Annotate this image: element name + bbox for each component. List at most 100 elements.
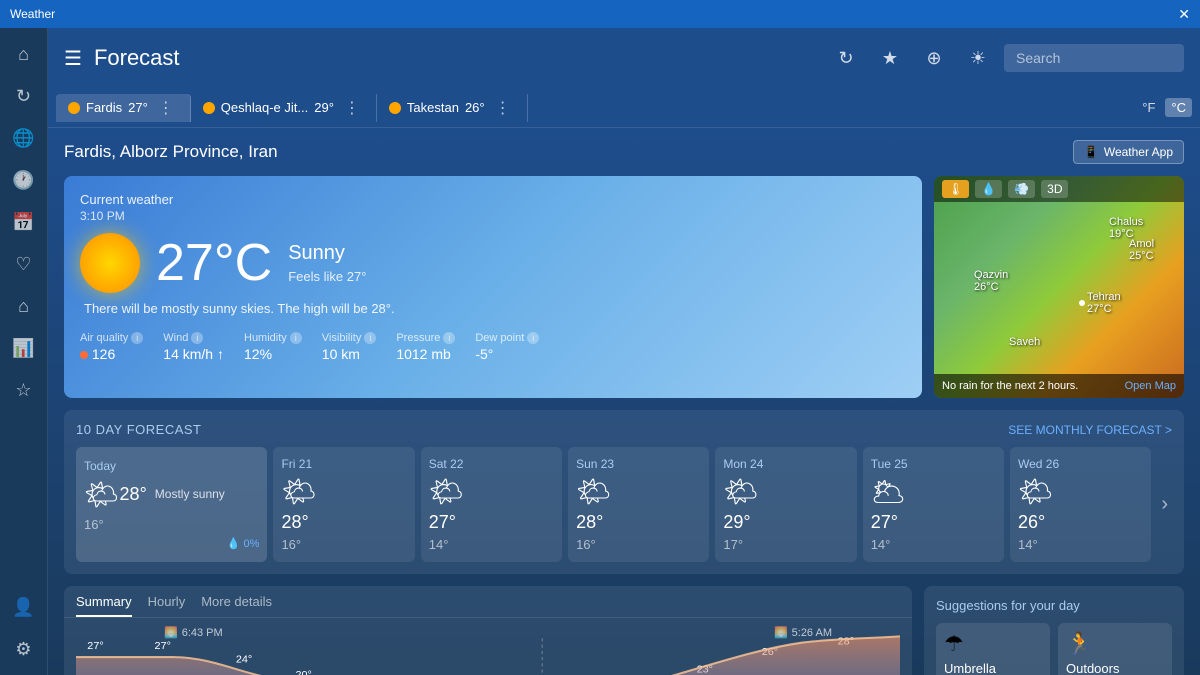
bottom-panels: Summary Hourly More details 🌅6:43 PM 🌅5:… — [64, 586, 1184, 675]
location-tab-takestan[interactable]: Takestan 26° ⋮ — [377, 94, 528, 122]
search-input[interactable] — [1004, 44, 1184, 72]
tab-qeshlaq-name: Qeshlaq-e Jit... — [221, 100, 308, 115]
sidebar-item-charts[interactable]: 📊 — [6, 330, 42, 366]
sidebar-item-favorites[interactable]: ♡ — [6, 246, 42, 282]
stat-air-quality: Air quality i 126 — [80, 332, 143, 362]
map-city-amol: Amol25°C — [1129, 238, 1154, 262]
forecast-section: 10 DAY FORECAST SEE MONTHLY FORECAST > T… — [64, 410, 1184, 574]
wind-value: 14 km/h ↑ — [163, 346, 224, 362]
current-weather-main: 27°C Sunny Feels like 27° — [80, 233, 906, 293]
umbrella-title: Umbrella — [944, 661, 1042, 675]
stat-dew-point: Dew point i -5° — [475, 332, 539, 362]
sat22-high: 27° — [429, 512, 554, 533]
celsius-button[interactable]: °C — [1165, 98, 1192, 117]
sunrise-label: 🌅5:26 AM — [774, 626, 832, 639]
tab-summary[interactable]: Summary — [76, 594, 132, 617]
mon24-label: Mon 24 — [723, 457, 848, 471]
sidebar-item-settings[interactable]: ⚙ — [6, 631, 42, 667]
humidity-value: 12% — [244, 346, 302, 362]
tue25-low: 14° — [871, 537, 996, 552]
forecast-next-arrow[interactable]: › — [1157, 447, 1172, 562]
temp-dot-icon2 — [203, 102, 215, 114]
temp-dot-icon — [68, 102, 80, 114]
menu-button[interactable]: ☰ — [64, 46, 82, 71]
sun-icon — [80, 233, 140, 293]
header-actions: ↻ ★ ⊕ ☀ — [828, 40, 1184, 76]
see-monthly-button[interactable]: SEE MONTHLY FORECAST > — [1008, 423, 1172, 437]
open-map-button[interactable]: Open Map — [1125, 380, 1176, 392]
map-tool-wind[interactable]: 💨 — [1008, 180, 1035, 198]
pin-button[interactable]: ⊕ — [916, 40, 952, 76]
forecast-day-mon24[interactable]: Mon 24 🌤 29° 17° — [715, 447, 856, 562]
air-quality-label: Air quality — [80, 332, 128, 344]
stat-humidity: Humidity i 12% — [244, 332, 302, 362]
current-weather-time: 3:10 PM — [80, 209, 906, 223]
tab-hourly[interactable]: Hourly — [148, 594, 186, 617]
sidebar-item-history[interactable]: 🕐 — [6, 162, 42, 198]
condition-block: Sunny Feels like 27° — [288, 242, 366, 284]
visibility-value: 10 km — [322, 346, 377, 362]
forecast-day-sat22[interactable]: Sat 22 🌤 27° 14° — [421, 447, 562, 562]
sidebar-item-home[interactable]: ⌂ — [6, 36, 42, 72]
sun23-low: 16° — [576, 537, 701, 552]
info-icon-wind: i — [191, 332, 203, 344]
fahrenheit-button[interactable]: °F — [1136, 98, 1161, 117]
chart-panel: Summary Hourly More details 🌅6:43 PM 🌅5:… — [64, 586, 912, 675]
weather-app-button[interactable]: 📱 Weather App — [1073, 140, 1184, 164]
location-tab-qeshlaq[interactable]: Qeshlaq-e Jit... 29° ⋮ — [191, 94, 377, 122]
forecast-day-sun23[interactable]: Sun 23 🌤 28° 16° — [568, 447, 709, 562]
app-title: Weather — [10, 7, 55, 21]
tue25-high: 27° — [871, 512, 996, 533]
stat-pressure: Pressure i 1012 mb — [396, 332, 455, 362]
map-dot-tehran — [1079, 300, 1085, 306]
sidebar-item-account[interactable]: 👤 — [6, 589, 42, 625]
forecast-day-tue25[interactable]: Tue 25 🌥 27° 14° — [863, 447, 1004, 562]
favorite-button[interactable]: ★ — [872, 40, 908, 76]
today-condition: Mostly sunny — [155, 487, 225, 501]
tab-menu-takestan[interactable]: ⋮ — [491, 98, 515, 118]
mon24-icon: 🌤 — [723, 475, 848, 508]
outdoors-icon: 🏃 — [1066, 631, 1164, 657]
map-city-saveh: Saveh — [1009, 336, 1040, 348]
forecast-day-wed26[interactable]: Wed 26 🌤 26° 14° — [1010, 447, 1151, 562]
chart-area: 🌅6:43 PM 🌅5:26 AM 27° 27° 24° 20° 18° — [64, 618, 912, 675]
sidebar-item-globe[interactable]: 🌐 — [6, 120, 42, 156]
current-weather-label: Current weather — [80, 192, 906, 207]
close-button[interactable]: ✕ — [1178, 6, 1190, 23]
svg-text:27°: 27° — [155, 640, 171, 652]
sidebar-item-refresh[interactable]: ↻ — [6, 78, 42, 114]
forecast-day-today[interactable]: Today 🌤 28° Mostly sunny 16° 💧 0% — [76, 447, 267, 562]
info-icon-pressure: i — [443, 332, 455, 344]
tab-menu-fardis[interactable]: ⋮ — [154, 98, 178, 118]
tab-menu-qeshlaq[interactable]: ⋮ — [340, 98, 364, 118]
refresh-button[interactable]: ↻ — [828, 40, 864, 76]
sidebar-item-building[interactable]: ⌂ — [6, 288, 42, 324]
map-city-tehran: Tehran27°C — [1079, 291, 1121, 315]
map-footer: No rain for the next 2 hours. Open Map — [934, 374, 1184, 398]
map-3d-button[interactable]: 3D — [1041, 180, 1068, 198]
weather-stats: Air quality i 126 Wind i — [80, 332, 906, 362]
sun23-label: Sun 23 — [576, 457, 701, 471]
stat-visibility: Visibility i 10 km — [322, 332, 377, 362]
map-tool-precip[interactable]: 💧 — [975, 180, 1002, 198]
tab-more-details[interactable]: More details — [201, 594, 272, 617]
forecast-day-fri21[interactable]: Fri 21 🌤 28° 16° — [273, 447, 414, 562]
no-rain-text: No rain for the next 2 hours. — [942, 380, 1078, 392]
air-quality-value: 126 — [80, 346, 143, 362]
tue25-label: Tue 25 — [871, 457, 996, 471]
location-tab-fardis[interactable]: Fardis 27° ⋮ — [56, 94, 191, 122]
map-city-qazvin: Qazvin26°C — [974, 269, 1008, 293]
map-tool-temp[interactable]: 🌡 — [942, 180, 969, 198]
sidebar-item-star[interactable]: ☆ — [6, 372, 42, 408]
tue25-icon: 🌥 — [871, 475, 996, 508]
suggestions-panel: Suggestions for your day ☂ Umbrella No n… — [924, 586, 1184, 675]
mon24-high: 29° — [723, 512, 848, 533]
display-button[interactable]: ☀ — [960, 40, 996, 76]
tab-qeshlaq-temp: 29° — [314, 100, 334, 115]
forecast-title: 10 DAY FORECAST — [76, 422, 202, 437]
mon24-low: 17° — [723, 537, 848, 552]
forecast-header: 10 DAY FORECAST SEE MONTHLY FORECAST > — [76, 422, 1172, 437]
outdoors-title: Outdoors — [1066, 661, 1164, 675]
sidebar-item-calendar[interactable]: 📅 — [6, 204, 42, 240]
phone-icon: 📱 — [1084, 145, 1099, 159]
